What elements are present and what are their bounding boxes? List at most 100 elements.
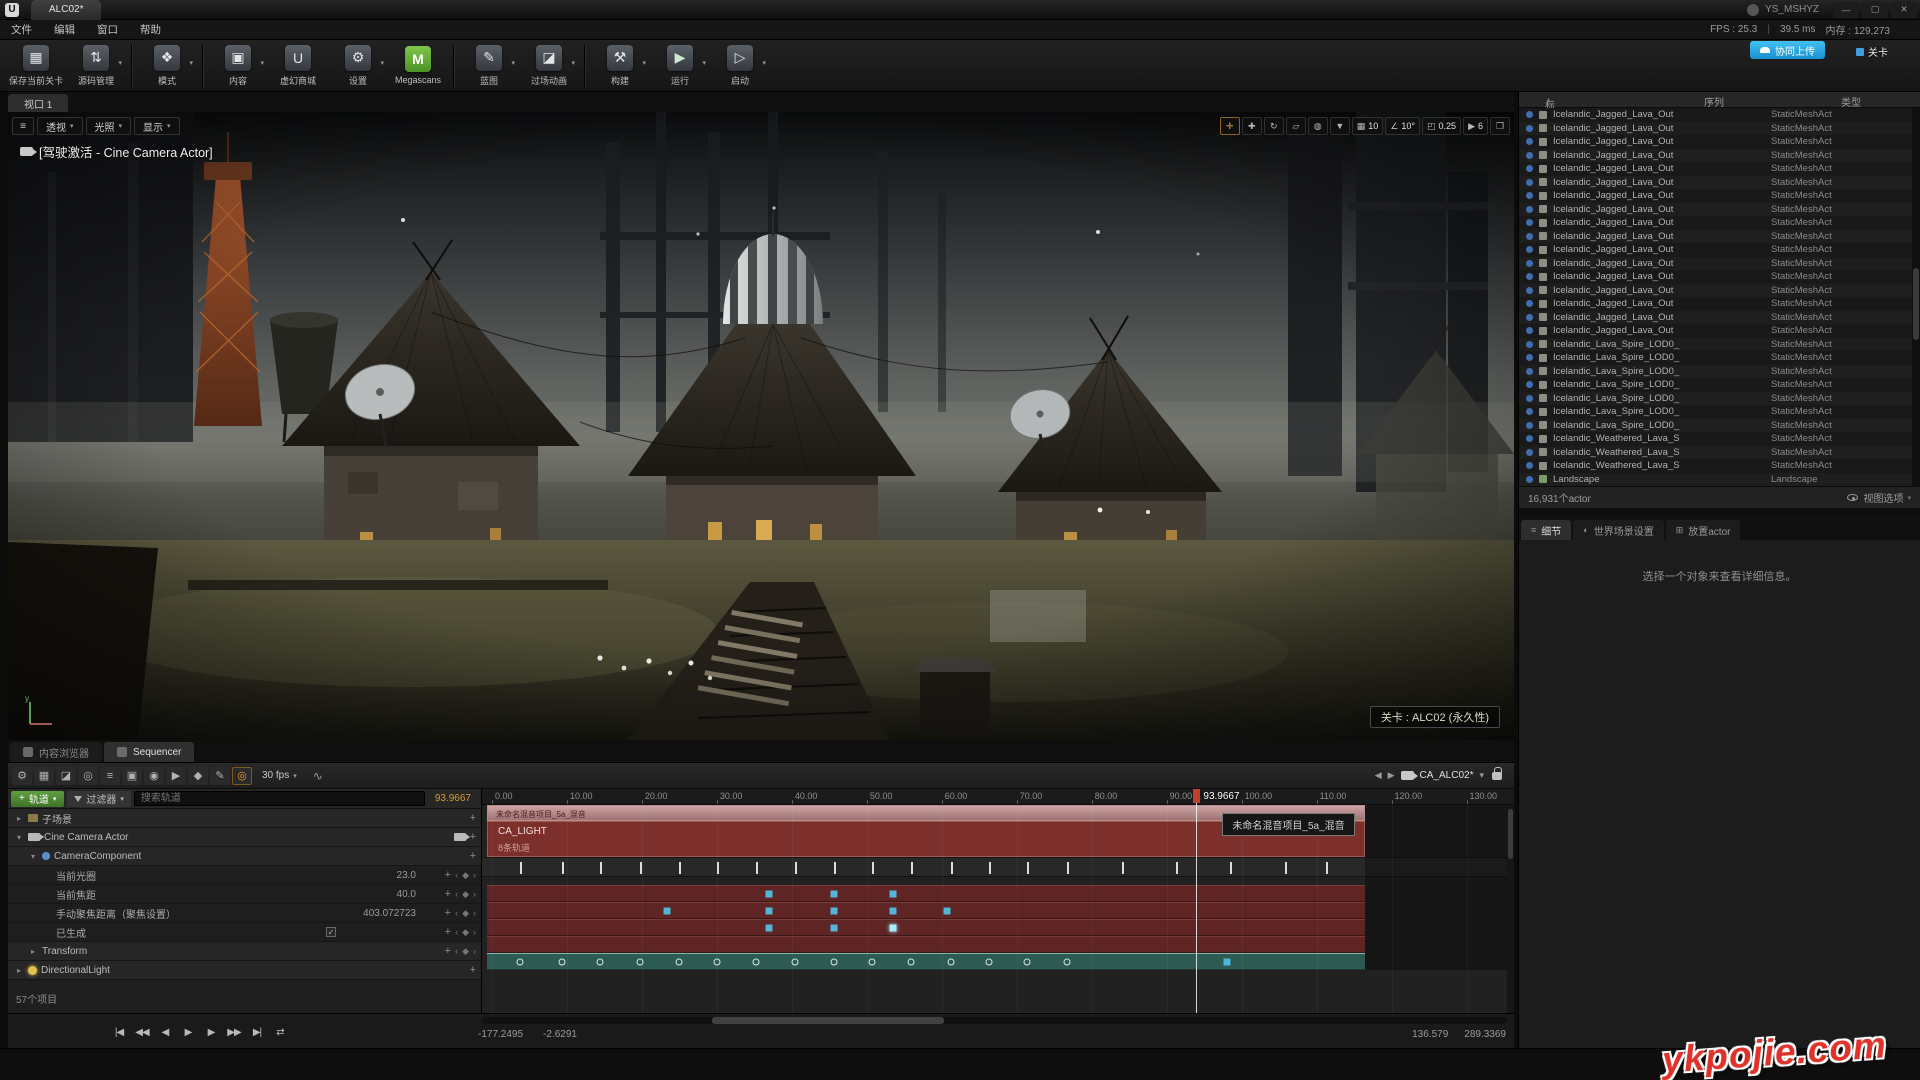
viewport-perspective-button[interactable]: 透视▾ bbox=[37, 117, 83, 135]
viewport-show-button[interactable]: 显示▾ bbox=[134, 117, 180, 135]
visibility-eye-icon[interactable] bbox=[1526, 179, 1533, 186]
column-sequence[interactable]: 序列 bbox=[1704, 94, 1724, 109]
scrollbar-thumb[interactable] bbox=[712, 1017, 944, 1024]
add-key-icon[interactable]: + bbox=[445, 907, 451, 919]
seq-track-row[interactable]: 当前光圈23.0+‹◆› bbox=[8, 866, 481, 885]
section-marker[interactable] bbox=[1176, 862, 1178, 874]
range-end[interactable]: 289.3369 bbox=[1464, 1029, 1506, 1040]
section-marker[interactable] bbox=[756, 862, 758, 874]
keyframe[interactable] bbox=[869, 958, 876, 965]
keyframe[interactable] bbox=[947, 958, 954, 965]
visibility-eye-icon[interactable] bbox=[1526, 287, 1533, 294]
playback-to-end-button[interactable]: ▶| bbox=[250, 1027, 264, 1038]
transform-track-row[interactable] bbox=[482, 953, 1514, 970]
expander-caret-icon[interactable]: ▾ bbox=[28, 852, 38, 861]
keyframe[interactable] bbox=[766, 890, 773, 897]
section-marker[interactable] bbox=[1122, 862, 1124, 874]
section-marker[interactable] bbox=[951, 862, 953, 874]
keyframe[interactable] bbox=[1024, 958, 1031, 965]
visibility-eye-icon[interactable] bbox=[1526, 300, 1533, 307]
menu-item-窗口[interactable]: 窗口 bbox=[86, 20, 129, 39]
sequencer-timeline[interactable]: 0.0010.0020.0030.0040.0050.0060.0070.008… bbox=[482, 789, 1514, 1013]
panel-splitter[interactable] bbox=[1519, 508, 1920, 516]
section-marker[interactable] bbox=[520, 862, 522, 874]
curve-view-icon[interactable]: ∿ bbox=[307, 769, 329, 783]
visibility-eye-icon[interactable] bbox=[1526, 408, 1533, 415]
section-marker[interactable] bbox=[872, 862, 874, 874]
outliner-row[interactable]: Icelandic_Weathered_Lava_SStaticMeshAct bbox=[1519, 446, 1920, 460]
section-markers-row[interactable] bbox=[482, 857, 1514, 877]
scrollbar-thumb[interactable] bbox=[1508, 809, 1513, 859]
viewport-rotation-snap-button[interactable]: ∠10° bbox=[1385, 117, 1420, 135]
section-marker[interactable] bbox=[834, 862, 836, 874]
section-marker[interactable] bbox=[1230, 862, 1232, 874]
toolbar-button-source-control[interactable]: ⇅源码管理▾ bbox=[67, 42, 125, 90]
viewport-scale-snap-button[interactable]: ◰0.25 bbox=[1422, 117, 1461, 135]
next-key-icon[interactable]: › bbox=[473, 870, 476, 880]
seq-render-movie-button[interactable]: ◪ bbox=[56, 767, 76, 785]
keyframe[interactable] bbox=[1223, 958, 1230, 965]
visibility-eye-icon[interactable] bbox=[1526, 476, 1533, 483]
outliner-row[interactable]: Icelandic_Lava_Spire_LOD0_StaticMeshAct bbox=[1519, 365, 1920, 379]
expander-caret-icon[interactable]: ▸ bbox=[28, 947, 38, 956]
minimize-button[interactable]: — bbox=[1833, 2, 1859, 18]
section-marker[interactable] bbox=[1285, 862, 1287, 874]
visibility-eye-icon[interactable] bbox=[1526, 327, 1533, 334]
seq-playback-options-button[interactable]: ▶ bbox=[166, 767, 186, 785]
outliner-row[interactable]: Icelandic_Jagged_Lava_OutStaticMeshAct bbox=[1519, 149, 1920, 163]
seq-track-row[interactable]: ▾CameraComponent+ bbox=[8, 847, 481, 866]
key-diamond-icon[interactable]: ◆ bbox=[462, 946, 469, 957]
expander-caret-icon[interactable]: ▸ bbox=[14, 814, 24, 823]
timeline-horizontal-scrollbar[interactable] bbox=[482, 1017, 1507, 1024]
viewport-maximize-button[interactable]: ❒ bbox=[1490, 117, 1510, 135]
seq-track-row[interactable]: ▸Transform+‹◆› bbox=[8, 942, 481, 961]
outliner-scrollbar[interactable] bbox=[1912, 108, 1920, 486]
tab-sequencer[interactable]: Sequencer bbox=[104, 742, 194, 762]
next-key-icon[interactable]: › bbox=[473, 946, 476, 956]
prev-key-icon[interactable]: ‹ bbox=[455, 889, 458, 899]
seq-camera-button[interactable]: ▣ bbox=[122, 767, 142, 785]
next-key-icon[interactable]: › bbox=[473, 927, 476, 937]
viewport-surface-snap-button[interactable]: ▼ bbox=[1330, 117, 1350, 135]
seq-track-row[interactable]: 当前焦距40.0+‹◆› bbox=[8, 885, 481, 904]
next-key-icon[interactable]: › bbox=[473, 889, 476, 899]
seq-track-row[interactable]: ▾Cine Camera Actor+ bbox=[8, 828, 481, 847]
tab-world-settings[interactable]: ◐世界场景设置 bbox=[1573, 520, 1663, 540]
viewport-coord-system-button[interactable]: ◍ bbox=[1308, 117, 1328, 135]
playback-play-button[interactable]: ▶ bbox=[181, 1027, 195, 1038]
prev-key-icon[interactable]: ‹ bbox=[455, 908, 458, 918]
expander-caret-icon[interactable]: ▸ bbox=[14, 966, 24, 975]
outliner-row[interactable]: Icelandic_Lava_Spire_LOD0_StaticMeshAct bbox=[1519, 392, 1920, 406]
add-key-icon[interactable]: + bbox=[445, 945, 451, 957]
key-diamond-icon[interactable]: ◆ bbox=[462, 889, 469, 900]
fps-dropdown[interactable]: 30 fps ▾ bbox=[254, 770, 305, 781]
outliner-row[interactable]: Icelandic_Jagged_Lava_OutStaticMeshAct bbox=[1519, 311, 1920, 325]
toolbar-button-content[interactable]: ▣内容▾ bbox=[209, 42, 267, 90]
keyframe[interactable] bbox=[766, 924, 773, 931]
toolbar-button-play[interactable]: ▶运行▾ bbox=[651, 42, 709, 90]
visibility-eye-icon[interactable] bbox=[1526, 449, 1533, 456]
upload-overlay-badge[interactable]: 协同上传 bbox=[1750, 41, 1825, 59]
visibility-eye-icon[interactable] bbox=[1526, 273, 1533, 280]
visibility-eye-icon[interactable] bbox=[1526, 381, 1533, 388]
toolbar-button-blueprints[interactable]: ✎蓝图▾ bbox=[460, 42, 518, 90]
section-marker[interactable] bbox=[600, 862, 602, 874]
seq-find-in-content-browser-button[interactable]: ◎ bbox=[78, 767, 98, 785]
next-key-icon[interactable]: › bbox=[473, 908, 476, 918]
keyframe[interactable] bbox=[890, 907, 897, 914]
keyframe[interactable] bbox=[890, 890, 897, 897]
keyframe[interactable] bbox=[675, 958, 682, 965]
key-diamond-icon[interactable]: ◆ bbox=[462, 927, 469, 938]
focus-clip[interactable] bbox=[487, 919, 1365, 936]
column-type[interactable]: 类型 bbox=[1841, 94, 1861, 109]
section-marker[interactable] bbox=[1067, 862, 1069, 874]
viewport-camera-speed-button[interactable]: ▶6 bbox=[1463, 117, 1488, 135]
playback-next-key-button[interactable]: ▶▶ bbox=[227, 1027, 241, 1038]
scrollbar-thumb[interactable] bbox=[1913, 268, 1919, 340]
keyframe[interactable] bbox=[830, 924, 837, 931]
outliner-row[interactable]: Icelandic_Weathered_Lava_SStaticMeshAct bbox=[1519, 459, 1920, 473]
outliner-row[interactable]: Icelandic_Jagged_Lava_OutStaticMeshAct bbox=[1519, 270, 1920, 284]
visibility-eye-icon[interactable] bbox=[1526, 368, 1533, 375]
keyframe[interactable] bbox=[908, 958, 915, 965]
keyframe[interactable] bbox=[830, 890, 837, 897]
